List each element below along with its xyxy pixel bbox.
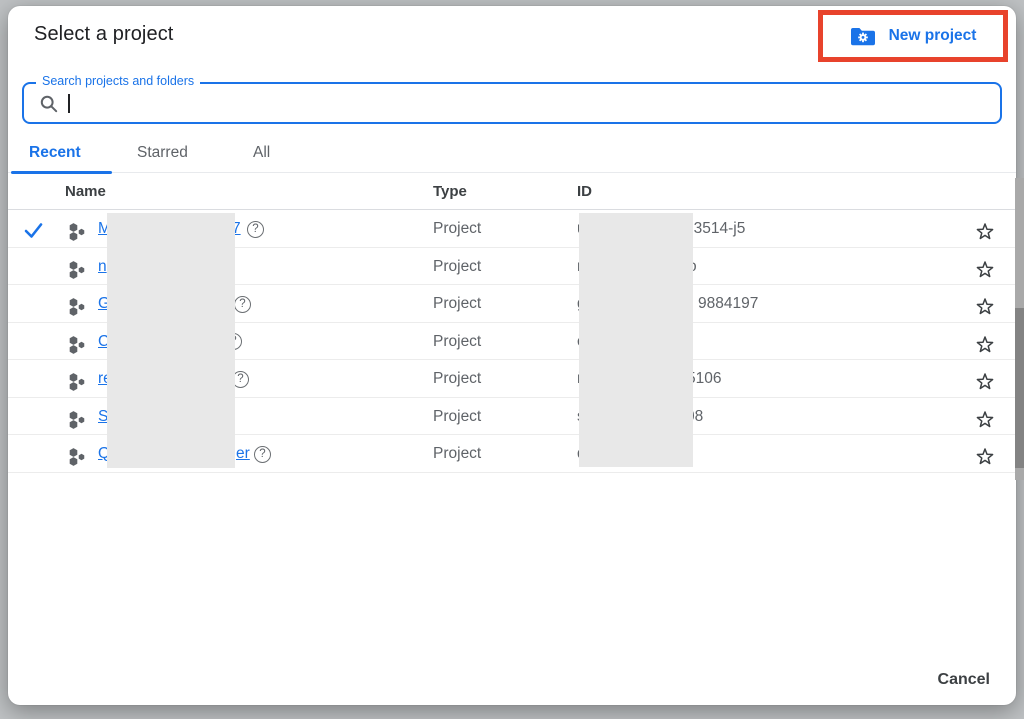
search-icon xyxy=(39,94,59,119)
tab-all[interactable]: All xyxy=(253,134,270,171)
project-type: Project xyxy=(433,398,481,436)
project-name-suffix[interactable]: er xyxy=(236,435,250,473)
search-field-label: Search projects and folders xyxy=(36,74,200,88)
select-project-dialog: Select a project xyxy=(8,6,1016,705)
project-type: Project xyxy=(433,435,481,473)
scrollbar-thumb[interactable] xyxy=(1015,308,1024,468)
table-header: Name Type ID xyxy=(8,173,1016,210)
cancel-button[interactable]: Cancel xyxy=(932,663,996,697)
search-field[interactable] xyxy=(22,82,1002,124)
help-icon: ? xyxy=(247,221,264,238)
tab-starred[interactable]: Starred xyxy=(137,134,188,171)
new-project-button[interactable]: New project xyxy=(844,25,983,48)
dialog-title: Select a project xyxy=(34,23,173,46)
help-icon: ? xyxy=(254,446,271,463)
project-type: Project xyxy=(433,210,481,248)
column-header-name: Name xyxy=(65,173,106,210)
new-project-folder-icon xyxy=(850,26,876,47)
redaction-overlay-name xyxy=(107,213,235,468)
help-icon: ? xyxy=(234,296,251,313)
redaction-overlay-id xyxy=(579,213,693,467)
annotation-highlight: New project xyxy=(818,10,1008,62)
project-id-suffix: 9884197 xyxy=(698,285,758,323)
tab-recent[interactable]: Recent xyxy=(29,134,81,171)
project-type: Project xyxy=(433,323,481,361)
column-header-id: ID xyxy=(577,173,592,210)
background-scrollbar[interactable] xyxy=(1015,178,1024,480)
star-icon[interactable] xyxy=(975,444,995,482)
project-type: Project xyxy=(433,285,481,323)
new-project-label: New project xyxy=(889,27,977,45)
project-name-link[interactable]: n xyxy=(98,248,107,286)
column-header-type: Type xyxy=(433,173,467,210)
tab-bar: Recent Starred All xyxy=(8,134,1016,173)
project-icon xyxy=(67,444,87,482)
text-caret xyxy=(68,94,70,113)
project-type: Project xyxy=(433,360,481,398)
project-type: Project xyxy=(433,248,481,286)
project-id-suffix: 33514-j5 xyxy=(685,210,745,248)
search-input[interactable] xyxy=(78,88,978,119)
